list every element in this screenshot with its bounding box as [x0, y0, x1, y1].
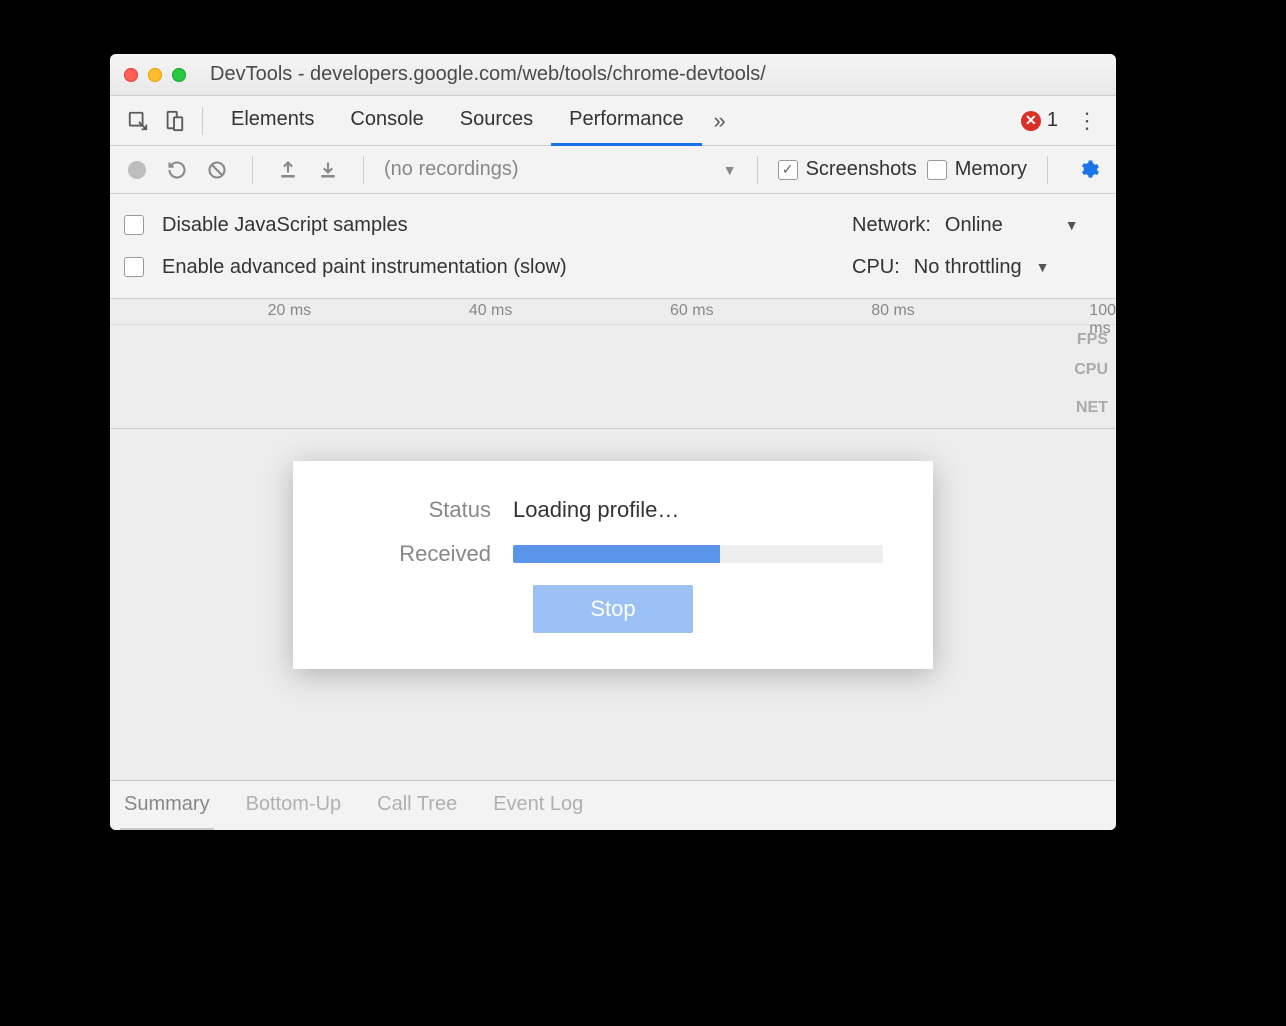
error-count: 1: [1047, 109, 1058, 132]
disable-js-samples-checkbox[interactable]: Disable JavaScript samples: [124, 214, 408, 237]
devtools-window: DevTools - developers.google.com/web/too…: [110, 54, 1116, 830]
screenshots-checkbox[interactable]: Screenshots: [778, 158, 917, 181]
stop-button[interactable]: Stop: [533, 585, 693, 633]
chevron-down-icon: ▼: [723, 162, 737, 178]
flamechart-area: Status Loading profile… Received Stop: [110, 429, 1116, 780]
error-badge[interactable]: ✕ 1: [1021, 109, 1058, 132]
capture-settings-panel: Disable JavaScript samples Network: Onli…: [110, 194, 1116, 299]
network-value: Online: [945, 214, 1003, 237]
recordings-label: (no recordings): [384, 158, 519, 181]
error-icon: ✕: [1021, 111, 1041, 131]
checkbox-icon: [124, 257, 144, 277]
details-tabbar: Summary Bottom-Up Call Tree Event Log: [110, 780, 1116, 830]
inspect-element-icon[interactable]: [120, 103, 156, 139]
screenshots-label: Screenshots: [806, 158, 917, 181]
tab-bottom-up[interactable]: Bottom-Up: [242, 781, 346, 831]
cpu-value: No throttling: [914, 256, 1022, 279]
traffic-lights: [124, 68, 186, 82]
record-button[interactable]: [122, 155, 152, 185]
save-profile-button[interactable]: [313, 155, 343, 185]
reload-record-button[interactable]: [162, 155, 192, 185]
performance-toolbar: (no recordings) ▼ Screenshots Memory: [110, 146, 1116, 194]
progress-fill: [513, 545, 720, 563]
zoom-window-button[interactable]: [172, 68, 186, 82]
received-progress: [513, 545, 883, 563]
checkbox-icon: [927, 160, 947, 180]
chevron-down-icon: ▼: [1065, 217, 1079, 233]
ruler-tick: 20 ms: [268, 302, 312, 320]
timeline-overview[interactable]: 20 ms 40 ms 60 ms 80 ms 100 ms FPS CPU N…: [110, 299, 1116, 429]
checkbox-icon: [124, 215, 144, 235]
divider: [202, 107, 203, 135]
tab-elements[interactable]: Elements: [213, 96, 332, 146]
enable-paint-label: Enable advanced paint instrumentation (s…: [162, 256, 567, 279]
timeline-ruler: 20 ms 40 ms 60 ms 80 ms 100 ms: [110, 299, 1116, 325]
lane-cpu: CPU: [1074, 361, 1108, 379]
disable-js-label: Disable JavaScript samples: [162, 214, 408, 237]
minimize-window-button[interactable]: [148, 68, 162, 82]
lane-net: NET: [1076, 399, 1108, 417]
ruler-tick: 60 ms: [670, 302, 714, 320]
checkbox-icon: [778, 160, 798, 180]
clear-button[interactable]: [202, 155, 232, 185]
window-title: DevTools - developers.google.com/web/too…: [210, 63, 766, 86]
status-value: Loading profile…: [513, 497, 883, 523]
memory-label: Memory: [955, 158, 1027, 181]
cpu-label: CPU:: [852, 256, 900, 279]
main-tabbar: Elements Console Sources Performance » ✕…: [110, 96, 1116, 146]
more-tabs-icon[interactable]: »: [702, 103, 738, 139]
tab-sources[interactable]: Sources: [442, 96, 551, 146]
tab-event-log[interactable]: Event Log: [489, 781, 587, 831]
ruler-tick: 80 ms: [871, 302, 915, 320]
enable-paint-instrumentation-checkbox[interactable]: Enable advanced paint instrumentation (s…: [124, 256, 567, 279]
recordings-dropdown[interactable]: (no recordings) ▼: [384, 158, 737, 181]
tab-summary[interactable]: Summary: [120, 781, 214, 831]
load-profile-button[interactable]: [273, 155, 303, 185]
network-label: Network:: [852, 214, 931, 237]
received-label: Received: [343, 541, 513, 567]
window-titlebar: DevTools - developers.google.com/web/too…: [110, 54, 1116, 96]
status-label: Status: [343, 497, 513, 523]
loading-profile-dialog: Status Loading profile… Received Stop: [293, 461, 933, 669]
kebab-menu-icon[interactable]: ⋮: [1068, 108, 1106, 134]
close-window-button[interactable]: [124, 68, 138, 82]
ruler-tick: 40 ms: [469, 302, 513, 320]
cpu-throttle-select[interactable]: CPU: No throttling ▼: [852, 256, 1102, 279]
lane-fps: FPS: [1077, 331, 1108, 349]
network-throttle-select[interactable]: Network: Online ▼: [852, 214, 1102, 237]
memory-checkbox[interactable]: Memory: [927, 158, 1027, 181]
tab-performance[interactable]: Performance: [551, 96, 702, 146]
tab-call-tree[interactable]: Call Tree: [373, 781, 461, 831]
tab-console[interactable]: Console: [332, 96, 441, 146]
device-toggle-icon[interactable]: [156, 103, 192, 139]
chevron-down-icon: ▼: [1036, 259, 1050, 275]
capture-settings-button[interactable]: [1074, 155, 1104, 185]
